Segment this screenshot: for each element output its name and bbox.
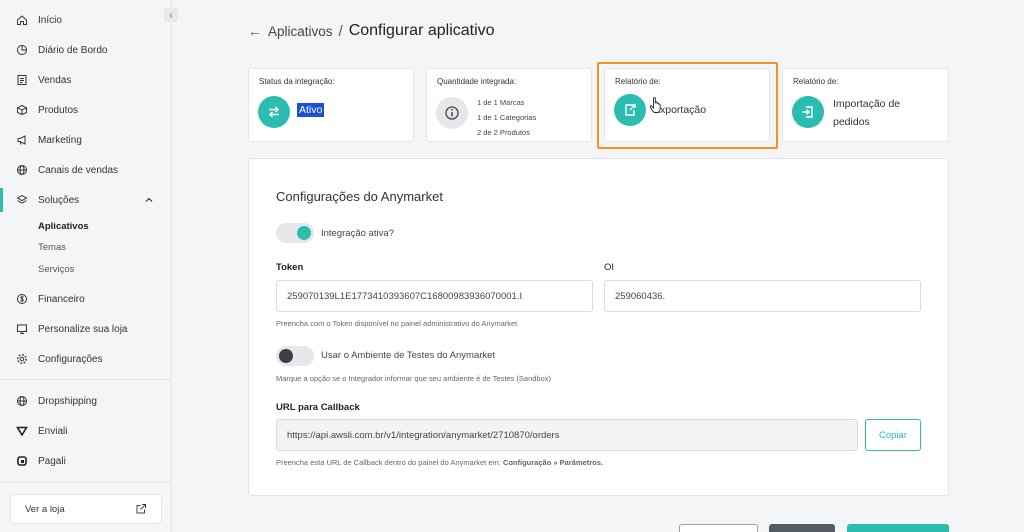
pagali-logo-icon <box>16 455 28 467</box>
ver-a-loja-button[interactable]: Ver a loja <box>10 494 162 524</box>
callback-url-input[interactable]: https://api.awsli.com.br/v1/integration/… <box>276 419 858 451</box>
receipt-icon <box>16 74 28 86</box>
chart-pie-icon <box>16 44 28 56</box>
gear-icon <box>16 353 28 365</box>
copy-button[interactable]: Copiar <box>865 419 921 451</box>
sidebar-item-label: Vendas <box>38 74 72 86</box>
toggle-knob <box>297 226 311 240</box>
quantity-line: 2 de 2 Produtos <box>477 128 530 137</box>
sidebar-subitem-aplicativos[interactable]: Aplicativos <box>38 221 89 232</box>
back-arrow-icon[interactable]: ← <box>248 23 262 39</box>
sidebar-item-produtos[interactable]: Produtos <box>0 98 172 122</box>
sidebar-item-label: Personalize sua loja <box>38 323 128 335</box>
sidebar-item-label: Enviali <box>38 425 68 437</box>
sidebar-item-label: Início <box>38 14 62 26</box>
sidebar-item-label: Dropshipping <box>38 395 97 407</box>
quantity-line: 1 de 1 Marcas <box>477 98 525 107</box>
sidebar-item-pagali[interactable]: Pagali <box>0 449 172 473</box>
callback-help: Preencha esta URL de Callback dentro do … <box>276 458 603 467</box>
sidebar-item-label: Diário de Bordo <box>38 44 108 56</box>
import-report-value-line: Importação de <box>833 98 901 110</box>
sandbox-toggle[interactable] <box>276 346 314 366</box>
save-button[interactable] <box>847 524 949 532</box>
sidebar-item-label: Produtos <box>38 104 79 116</box>
sandbox-help: Marque a opção se o Integrador informar … <box>276 374 552 383</box>
home-icon <box>16 14 28 26</box>
import-report-label: Relatório de: <box>793 77 839 86</box>
integration-active-label: Integração ativa? <box>321 228 394 239</box>
sidebar-item-vendas[interactable]: Vendas <box>0 68 172 92</box>
sidebar: ‹ Início Diário de Bordo Vendas Produtos… <box>0 0 178 532</box>
callback-label: URL para Callback <box>276 402 360 413</box>
external-link-icon <box>136 504 146 514</box>
oi-label: OI <box>604 262 615 273</box>
sidebar-item-dropshipping[interactable]: Dropshipping <box>0 389 172 413</box>
sidebar-item-configuracoes[interactable]: Configurações <box>0 347 172 371</box>
quantity-lines: 1 de 1 Marcas 1 de 1 Categorias 2 de 2 P… <box>477 95 536 140</box>
quantity-card: Quantidade integrada: 1 de 1 Marcas 1 de… <box>426 68 592 142</box>
monitor-icon <box>16 323 28 335</box>
globe-icon <box>16 164 28 176</box>
breadcrumb-separator: / <box>338 22 343 40</box>
callback-help-path: Configuração » Parâmetros. <box>502 458 603 467</box>
page-heading: Configurar aplicativo <box>348 22 495 39</box>
import-report-value-line: pedidos <box>833 116 870 128</box>
status-card: Status da integração: <box>248 68 414 142</box>
sidebar-item-label: Canais de vendas <box>38 164 119 176</box>
status-label: Status da integração: <box>259 77 335 86</box>
import-file-icon <box>792 96 824 128</box>
ver-a-loja-label: Ver a loja <box>25 503 65 515</box>
sidebar-item-canais-de-vendas[interactable]: Canais de vendas <box>0 158 172 182</box>
globe-icon <box>16 395 28 407</box>
sidebar-item-label: Marketing <box>38 134 82 146</box>
box-icon <box>16 104 28 116</box>
sync-arrows-icon <box>258 96 290 128</box>
quantity-line: 1 de 1 Categorias <box>477 113 537 122</box>
sidebar-item-label: Soluções <box>38 194 80 206</box>
info-icon <box>436 97 468 129</box>
oi-input[interactable]: 259060436. <box>604 280 921 312</box>
sidebar-item-label: Pagali <box>38 455 66 467</box>
sidebar-subitem-temas[interactable]: Temas <box>38 242 66 253</box>
integration-active-toggle[interactable] <box>276 223 314 243</box>
sidebar-item-marketing[interactable]: Marketing <box>0 128 172 152</box>
sidebar-item-solucoes[interactable]: Soluções <box>0 188 172 212</box>
sidebar-subitem-servicos[interactable]: Serviços <box>38 264 74 275</box>
sidebar-item-label: Configurações <box>38 353 103 365</box>
token-input[interactable]: 259070139L1E1773410393607C16800983936070… <box>276 280 593 312</box>
dollar-circle-icon <box>16 293 28 305</box>
toggle-knob <box>279 349 293 363</box>
chevron-up-icon <box>145 197 153 202</box>
megaphone-icon <box>16 134 28 146</box>
import-report-card[interactable]: Relatório de: Importação de pedidos <box>782 68 949 142</box>
page-title: ← Aplicativos / Configurar aplicativo <box>248 22 495 40</box>
sidebar-item-financeiro[interactable]: Financeiro <box>0 287 172 311</box>
sidebar-item-diario-de-bordo[interactable]: Diário de Bordo <box>0 38 172 62</box>
sidebar-divider <box>0 379 172 380</box>
enviali-logo-icon <box>16 425 28 437</box>
highlight-box <box>597 62 778 149</box>
sandbox-label: Usar o Ambiente de Testes do Anymarket <box>321 350 496 361</box>
status-value: Ativo <box>297 103 325 117</box>
sidebar-item-label: Financeiro <box>38 293 85 305</box>
sidebar-item-personalize[interactable]: Personalize sua loja <box>0 317 172 341</box>
quantity-label: Quantidade integrada: <box>437 77 517 86</box>
sidebar-item-enviali[interactable]: Enviali <box>0 419 172 443</box>
secondary-button[interactable] <box>769 524 835 532</box>
import-report-value: Importação de pedidos <box>833 95 900 131</box>
breadcrumb-aplicativos[interactable]: Aplicativos <box>268 24 333 39</box>
token-help: Preencha com o Token disponível no paine… <box>276 319 518 328</box>
token-label: Token <box>276 262 304 273</box>
layers-icon <box>16 194 28 206</box>
sidebar-divider <box>0 482 172 483</box>
sidebar-item-inicio[interactable]: Início <box>0 8 172 32</box>
cancel-button[interactable] <box>679 524 758 532</box>
config-title: Configurações do Anymarket <box>276 189 443 204</box>
callback-help-text: Preencha esta URL de Callback dentro do … <box>276 458 503 467</box>
